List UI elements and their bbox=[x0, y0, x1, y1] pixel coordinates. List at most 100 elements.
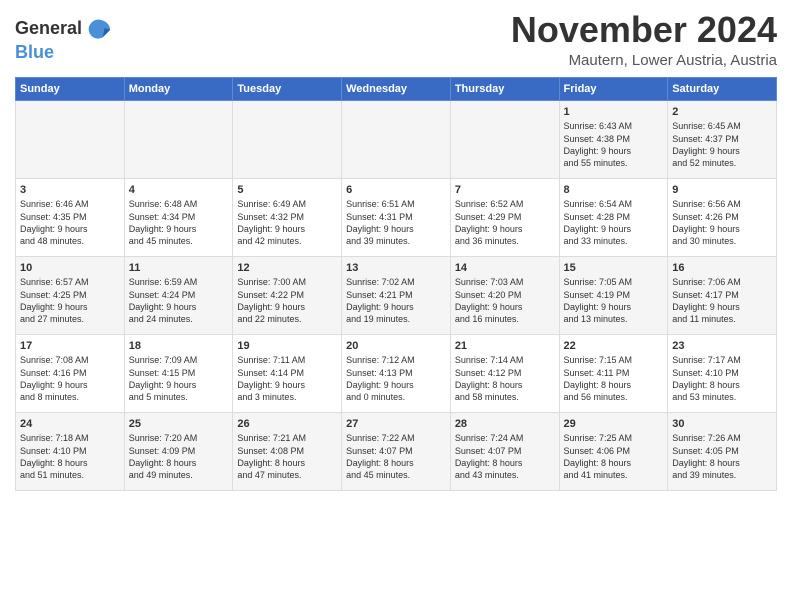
cell-content: Sunset: 4:37 PM bbox=[672, 133, 772, 145]
cell-content: Daylight: 9 hours bbox=[129, 223, 229, 235]
cell-content: and 42 minutes. bbox=[237, 235, 337, 247]
cell-content: Daylight: 8 hours bbox=[346, 457, 446, 469]
calendar-cell bbox=[124, 100, 233, 178]
cell-content: Sunrise: 7:26 AM bbox=[672, 432, 772, 444]
day-number: 8 bbox=[564, 183, 664, 198]
cell-content: and 30 minutes. bbox=[672, 235, 772, 247]
cell-content: Sunrise: 6:49 AM bbox=[237, 198, 337, 210]
cell-content: Sunrise: 6:48 AM bbox=[129, 198, 229, 210]
cell-content: and 41 minutes. bbox=[564, 469, 664, 481]
cell-content: Daylight: 9 hours bbox=[237, 379, 337, 391]
cell-content: Sunset: 4:08 PM bbox=[237, 445, 337, 457]
calendar-cell: 25Sunrise: 7:20 AMSunset: 4:09 PMDayligh… bbox=[124, 412, 233, 490]
calendar-cell: 14Sunrise: 7:03 AMSunset: 4:20 PMDayligh… bbox=[450, 256, 559, 334]
day-number: 20 bbox=[346, 339, 446, 354]
cell-content: Sunrise: 7:08 AM bbox=[20, 354, 120, 366]
cell-content: Daylight: 8 hours bbox=[672, 457, 772, 469]
calendar-cell: 28Sunrise: 7:24 AMSunset: 4:07 PMDayligh… bbox=[450, 412, 559, 490]
cell-content: Sunrise: 7:17 AM bbox=[672, 354, 772, 366]
cell-content: and 52 minutes. bbox=[672, 157, 772, 169]
cell-content: Daylight: 8 hours bbox=[20, 457, 120, 469]
day-number: 13 bbox=[346, 261, 446, 276]
day-number: 19 bbox=[237, 339, 337, 354]
cell-content: Sunrise: 7:12 AM bbox=[346, 354, 446, 366]
day-number: 9 bbox=[672, 183, 772, 198]
calendar-cell bbox=[450, 100, 559, 178]
day-number: 26 bbox=[237, 417, 337, 432]
cell-content: Sunset: 4:31 PM bbox=[346, 211, 446, 223]
calendar-cell: 1Sunrise: 6:43 AMSunset: 4:38 PMDaylight… bbox=[559, 100, 668, 178]
cell-content: and 58 minutes. bbox=[455, 391, 555, 403]
cell-content: Sunset: 4:20 PM bbox=[455, 289, 555, 301]
cell-content: Sunrise: 6:57 AM bbox=[20, 276, 120, 288]
weekday-header: Wednesday bbox=[342, 77, 451, 100]
cell-content: and 55 minutes. bbox=[564, 157, 664, 169]
cell-content: Daylight: 9 hours bbox=[672, 145, 772, 157]
cell-content: Daylight: 9 hours bbox=[129, 301, 229, 313]
logo-icon bbox=[84, 15, 112, 43]
cell-content: and 47 minutes. bbox=[237, 469, 337, 481]
cell-content: Daylight: 9 hours bbox=[20, 379, 120, 391]
page-container: General Blue November 2024 Mautern, Lowe… bbox=[0, 0, 792, 496]
calendar-cell: 18Sunrise: 7:09 AMSunset: 4:15 PMDayligh… bbox=[124, 334, 233, 412]
calendar-cell: 3Sunrise: 6:46 AMSunset: 4:35 PMDaylight… bbox=[16, 178, 125, 256]
cell-content: Daylight: 9 hours bbox=[672, 301, 772, 313]
cell-content: Sunrise: 7:00 AM bbox=[237, 276, 337, 288]
cell-content: Sunset: 4:12 PM bbox=[455, 367, 555, 379]
cell-content: Sunrise: 6:46 AM bbox=[20, 198, 120, 210]
cell-content: and 39 minutes. bbox=[346, 235, 446, 247]
cell-content: and 13 minutes. bbox=[564, 313, 664, 325]
cell-content: Sunrise: 7:18 AM bbox=[20, 432, 120, 444]
cell-content: Daylight: 9 hours bbox=[20, 301, 120, 313]
cell-content: and 5 minutes. bbox=[129, 391, 229, 403]
day-number: 30 bbox=[672, 417, 772, 432]
day-number: 29 bbox=[564, 417, 664, 432]
calendar-header-row: SundayMondayTuesdayWednesdayThursdayFrid… bbox=[16, 77, 777, 100]
cell-content: Sunset: 4:22 PM bbox=[237, 289, 337, 301]
cell-content: Sunset: 4:28 PM bbox=[564, 211, 664, 223]
cell-content: Sunrise: 6:51 AM bbox=[346, 198, 446, 210]
cell-content: Daylight: 9 hours bbox=[237, 301, 337, 313]
cell-content: and 53 minutes. bbox=[672, 391, 772, 403]
calendar-cell: 12Sunrise: 7:00 AMSunset: 4:22 PMDayligh… bbox=[233, 256, 342, 334]
calendar-cell: 24Sunrise: 7:18 AMSunset: 4:10 PMDayligh… bbox=[16, 412, 125, 490]
calendar-cell bbox=[342, 100, 451, 178]
cell-content: and 36 minutes. bbox=[455, 235, 555, 247]
calendar-cell: 21Sunrise: 7:14 AMSunset: 4:12 PMDayligh… bbox=[450, 334, 559, 412]
cell-content: Sunset: 4:05 PM bbox=[672, 445, 772, 457]
calendar-cell: 17Sunrise: 7:08 AMSunset: 4:16 PMDayligh… bbox=[16, 334, 125, 412]
cell-content: Sunrise: 7:14 AM bbox=[455, 354, 555, 366]
cell-content: Sunset: 4:34 PM bbox=[129, 211, 229, 223]
calendar-cell bbox=[16, 100, 125, 178]
cell-content: Sunrise: 6:59 AM bbox=[129, 276, 229, 288]
cell-content: Daylight: 9 hours bbox=[129, 379, 229, 391]
calendar-cell: 23Sunrise: 7:17 AMSunset: 4:10 PMDayligh… bbox=[668, 334, 777, 412]
header: General Blue November 2024 Mautern, Lowe… bbox=[15, 10, 777, 69]
cell-content: Sunset: 4:09 PM bbox=[129, 445, 229, 457]
cell-content: and 51 minutes. bbox=[20, 469, 120, 481]
cell-content: Daylight: 9 hours bbox=[455, 223, 555, 235]
cell-content: Sunset: 4:35 PM bbox=[20, 211, 120, 223]
calendar-cell: 19Sunrise: 7:11 AMSunset: 4:14 PMDayligh… bbox=[233, 334, 342, 412]
cell-content: Sunrise: 6:45 AM bbox=[672, 120, 772, 132]
calendar-cell: 10Sunrise: 6:57 AMSunset: 4:25 PMDayligh… bbox=[16, 256, 125, 334]
calendar-cell: 8Sunrise: 6:54 AMSunset: 4:28 PMDaylight… bbox=[559, 178, 668, 256]
calendar-cell: 30Sunrise: 7:26 AMSunset: 4:05 PMDayligh… bbox=[668, 412, 777, 490]
cell-content: Daylight: 8 hours bbox=[672, 379, 772, 391]
day-number: 21 bbox=[455, 339, 555, 354]
cell-content: and 3 minutes. bbox=[237, 391, 337, 403]
cell-content: Sunset: 4:15 PM bbox=[129, 367, 229, 379]
cell-content: and 56 minutes. bbox=[564, 391, 664, 403]
calendar-cell: 2Sunrise: 6:45 AMSunset: 4:37 PMDaylight… bbox=[668, 100, 777, 178]
cell-content: Daylight: 8 hours bbox=[455, 457, 555, 469]
cell-content: Sunset: 4:24 PM bbox=[129, 289, 229, 301]
day-number: 7 bbox=[455, 183, 555, 198]
cell-content: Sunrise: 7:24 AM bbox=[455, 432, 555, 444]
cell-content: Sunrise: 7:21 AM bbox=[237, 432, 337, 444]
calendar-cell: 13Sunrise: 7:02 AMSunset: 4:21 PMDayligh… bbox=[342, 256, 451, 334]
cell-content: Sunrise: 6:56 AM bbox=[672, 198, 772, 210]
calendar-cell: 27Sunrise: 7:22 AMSunset: 4:07 PMDayligh… bbox=[342, 412, 451, 490]
weekday-header: Thursday bbox=[450, 77, 559, 100]
day-number: 14 bbox=[455, 261, 555, 276]
cell-content: Sunset: 4:16 PM bbox=[20, 367, 120, 379]
